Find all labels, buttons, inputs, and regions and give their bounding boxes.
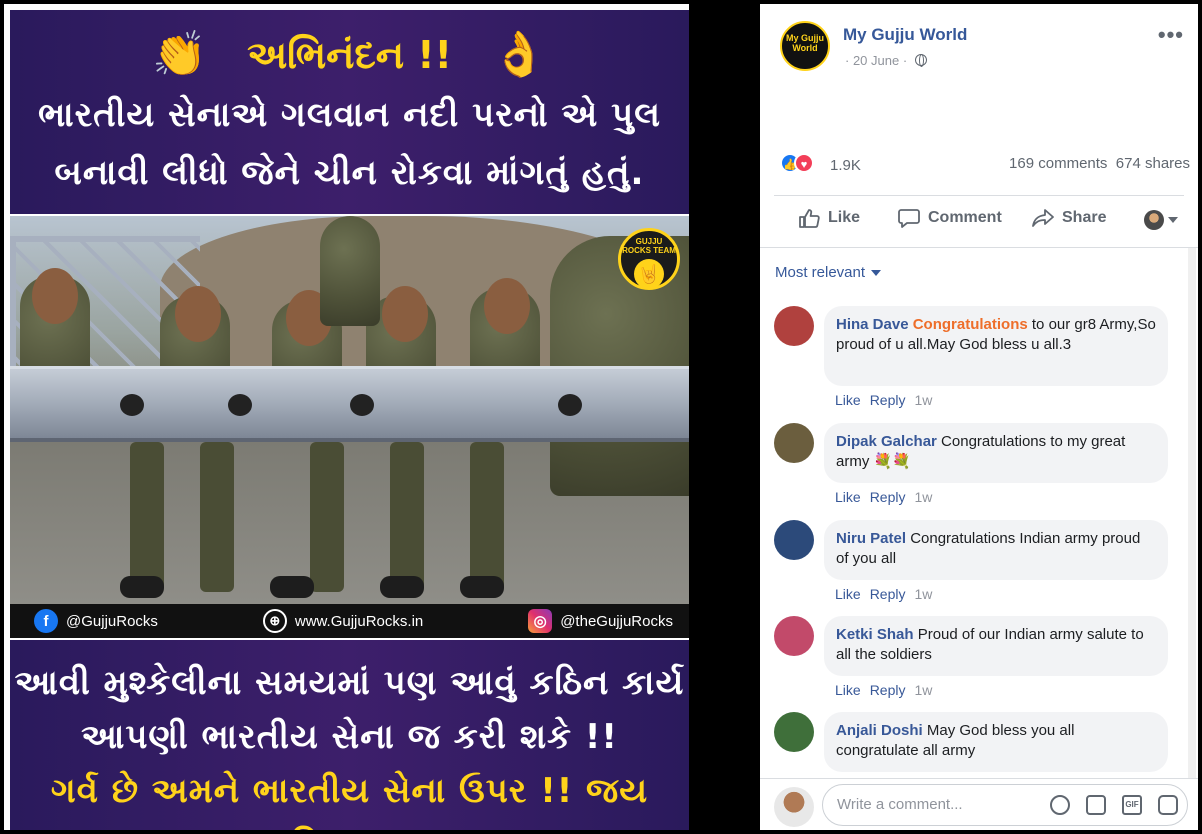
comment-highlight: Congratulations: [912, 316, 1028, 333]
comment-time[interactable]: 1w: [914, 392, 932, 408]
comment-reply-link[interactable]: Reply: [870, 586, 906, 602]
comment-like-link[interactable]: Like: [835, 586, 861, 602]
comment-bubble: Anjali Doshi May God bless you all congr…: [824, 712, 1168, 772]
reactions-count[interactable]: 1.9K: [830, 157, 861, 174]
post-actions: Like Comment Share: [760, 202, 1198, 238]
composer-icons: GIF: [1050, 795, 1178, 815]
image-bottom-line-3: ગર્વ છે અમને ભારતીય સેના ઉપર !! જય હિન્દ…: [50, 771, 649, 830]
comment-time[interactable]: 1w: [914, 489, 932, 505]
comment-time[interactable]: 1w: [914, 682, 932, 698]
comment-bubble-icon: [898, 209, 920, 228]
screenshot-frame: 👏 અભિનંદન !! 👌 ભારતીય સેનાએ ગલવાન નદી પર…: [0, 0, 1202, 834]
comment-reply-link[interactable]: Reply: [870, 682, 906, 698]
image-bottom-banner: આવી મુશ્કેલીના સમયમાં પણ આવું કઠિન કાર્ય…: [10, 640, 689, 830]
facebook-icon: f: [34, 609, 58, 633]
commenter-avatar[interactable]: [774, 712, 814, 752]
gif-icon[interactable]: GIF: [1122, 795, 1142, 815]
comment-meta: Like Reply 1w: [835, 489, 941, 505]
social-instagram-handle: @theGujjuRocks: [560, 612, 673, 630]
react-as-selector[interactable]: [1144, 210, 1178, 230]
badge-text: GUJJU ROCKS TEAM: [622, 237, 676, 255]
public-globe-icon: [914, 54, 927, 67]
comment-sort-dropdown[interactable]: Most relevant: [775, 264, 882, 281]
commenter-avatar[interactable]: [774, 616, 814, 656]
comment-meta: Like Reply 1w: [835, 586, 941, 602]
share-button[interactable]: Share: [1032, 208, 1106, 228]
comment-bubble: Hina Dave Congratulations to our gr8 Arm…: [824, 306, 1168, 386]
commenter-name[interactable]: Anjali Doshi: [836, 722, 923, 739]
love-reaction-icon[interactable]: ♥: [794, 153, 814, 173]
social-web: ⊕ www.GujjuRocks.in: [262, 609, 424, 633]
page-name-link[interactable]: My Gujju World: [843, 25, 967, 45]
social-facebook: f @GujjuRocks: [34, 609, 158, 633]
image-bottom-line-1: આવી મુશ્કેલીના સમયમાં પણ આવું કઠિન કાર્ય: [14, 663, 685, 703]
instagram-icon: ◎: [528, 609, 553, 633]
image-text-line-2: બનાવી લીધો જેને ચીન રોકવા માંગતું હતું.: [54, 153, 645, 193]
emoji-icon[interactable]: [1050, 795, 1070, 815]
sort-label: Most relevant: [775, 264, 866, 281]
comment-meta: Like Reply 1w: [835, 392, 941, 408]
image-headline: અભિનંદન !!: [247, 32, 452, 77]
image-top-banner: 👏 અભિનંદન !! 👌 ભારતીય સેનાએ ગલવાન નદી પર…: [10, 10, 689, 214]
social-web-url: www.GujjuRocks.in: [294, 612, 424, 630]
post-date-text[interactable]: · 20 June ·: [845, 53, 907, 68]
caret-down-icon: [1168, 217, 1178, 223]
comments-count[interactable]: 169 comments: [1009, 155, 1107, 172]
comment-bubble: Ketki Shah Proud of our Indian army salu…: [824, 616, 1168, 676]
comment-composer: Write a comment... GIF: [760, 778, 1198, 830]
sticker-icon[interactable]: [1158, 795, 1178, 815]
commenter-avatar[interactable]: [774, 423, 814, 463]
thumbs-up-icon: [799, 209, 820, 228]
post-stats: 👍 ♥ 1.9K 169 comments 674 shares: [780, 152, 1190, 178]
stats-right: 169 comments 674 shares: [1009, 155, 1190, 172]
stats-divider: [774, 195, 1184, 196]
share-button-label: Share: [1062, 209, 1107, 226]
commenter-name[interactable]: Ketki Shah: [836, 626, 914, 643]
comment-meta: Like Reply 1w: [835, 682, 941, 698]
like-button[interactable]: Like: [798, 208, 860, 228]
rock-hand-icon: 🤘: [634, 259, 664, 289]
image-text-line-1: ભારતીય સેનાએ ગલવાન નદી પરનો એ પુલ: [38, 95, 661, 135]
page-avatar[interactable]: My Gujju World: [780, 21, 830, 71]
post-image[interactable]: 👏 અભિનંદન !! 👌 ભારતીય સેનાએ ગલવાન નદી પર…: [4, 4, 689, 830]
like-button-label: Like: [828, 209, 861, 226]
user-mini-avatar: [1144, 210, 1164, 230]
clapping-hands-icon: 👏: [152, 30, 208, 79]
camera-icon[interactable]: [1086, 795, 1106, 815]
commenter-avatar[interactable]: [774, 520, 814, 560]
comment-reply-link[interactable]: Reply: [870, 392, 906, 408]
commenter-name[interactable]: Hina Dave: [836, 316, 909, 333]
shares-count[interactable]: 674 shares: [1116, 155, 1190, 172]
gujju-rocks-badge: GUJJU ROCKS TEAM 🤘: [618, 228, 680, 290]
image-bottom-line-2: આપણી ભારતીય સેના જ કરી શકે !!: [81, 717, 618, 757]
comment-like-link[interactable]: Like: [835, 489, 861, 505]
share-arrow-icon: [1032, 209, 1054, 227]
post-header: My Gujju World My Gujju World · 20 June …: [760, 4, 1198, 84]
current-user-avatar[interactable]: [774, 787, 814, 827]
comment-like-link[interactable]: Like: [835, 392, 861, 408]
soldiers-photo: [10, 216, 689, 604]
comment-time[interactable]: 1w: [914, 586, 932, 602]
more-options-icon[interactable]: •••: [1158, 22, 1184, 48]
comment-reply-link[interactable]: Reply: [870, 489, 906, 505]
social-strip: f @GujjuRocks ⊕ www.GujjuRocks.in ◎ @the…: [10, 604, 689, 638]
post-date[interactable]: · 20 June ·: [845, 53, 927, 68]
ok-hand-icon: 👌: [491, 30, 547, 79]
comment-button[interactable]: Comment: [898, 208, 1002, 228]
comment-button-label: Comment: [928, 209, 1002, 226]
comments-scrollbar[interactable]: [1188, 248, 1196, 778]
globe-icon: ⊕: [262, 609, 287, 633]
commenter-name[interactable]: Niru Patel: [836, 530, 906, 547]
caret-down-icon: [871, 269, 882, 276]
comment-bubble: Niru Patel Congratulations Indian army p…: [824, 520, 1168, 580]
comment-bubble: Dipak Galchar Congratulations to my grea…: [824, 423, 1168, 483]
social-facebook-handle: @GujjuRocks: [66, 612, 158, 630]
post-side-panel: My Gujju World My Gujju World · 20 June …: [760, 4, 1198, 830]
commenter-name[interactable]: Dipak Galchar: [836, 433, 937, 450]
comments-list: Most relevant Hina Dave Congratulations …: [760, 247, 1198, 778]
commenter-avatar[interactable]: [774, 306, 814, 346]
social-instagram: ◎ @theGujjuRocks: [528, 609, 673, 633]
comment-like-link[interactable]: Like: [835, 682, 861, 698]
comment-input-placeholder: Write a comment...: [837, 796, 963, 813]
